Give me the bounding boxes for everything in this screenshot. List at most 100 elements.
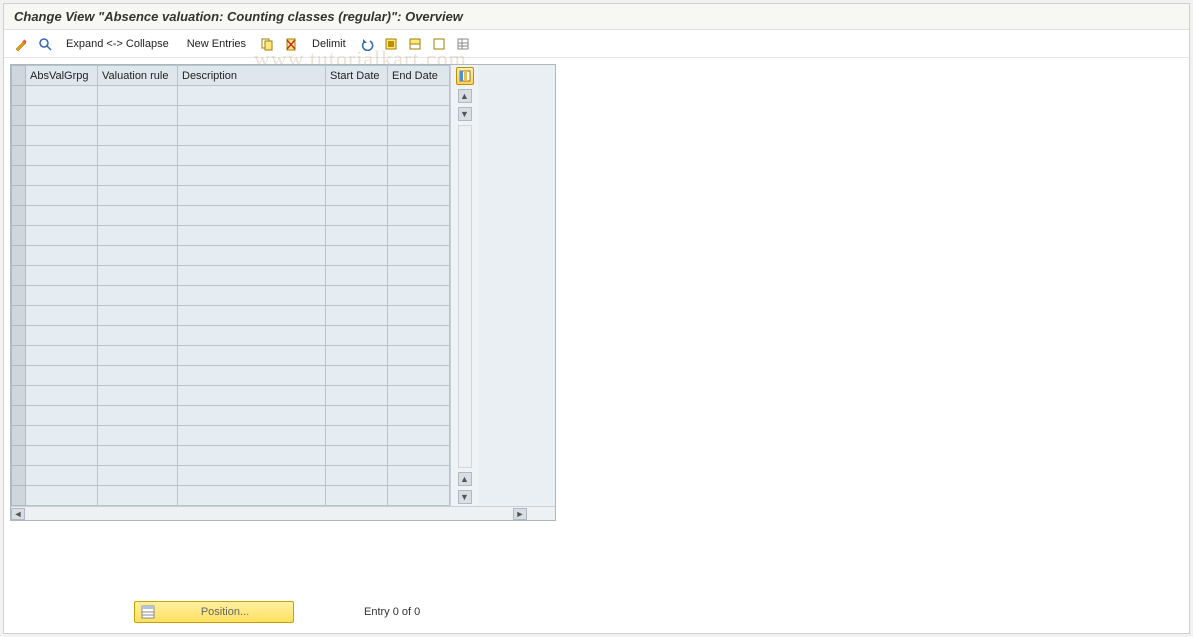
row-selector[interactable] [12, 486, 26, 506]
cell[interactable] [178, 166, 326, 186]
cell[interactable] [326, 86, 388, 106]
cell[interactable] [326, 186, 388, 206]
cell[interactable] [388, 86, 450, 106]
cell[interactable] [388, 446, 450, 466]
table-settings-icon[interactable] [452, 34, 474, 54]
cell[interactable] [388, 326, 450, 346]
cell[interactable] [326, 126, 388, 146]
cell[interactable] [326, 226, 388, 246]
row-selector[interactable] [12, 466, 26, 486]
cell[interactable] [26, 266, 98, 286]
cell[interactable] [178, 126, 326, 146]
cell[interactable] [98, 266, 178, 286]
cell[interactable] [98, 186, 178, 206]
cell[interactable] [388, 266, 450, 286]
cell[interactable] [26, 406, 98, 426]
cell[interactable] [26, 246, 98, 266]
cell[interactable] [26, 166, 98, 186]
select-all-rows[interactable] [12, 66, 26, 86]
row-selector[interactable] [12, 286, 26, 306]
cell[interactable] [98, 346, 178, 366]
cell[interactable] [326, 386, 388, 406]
col-header-end-date[interactable]: End Date [388, 66, 450, 86]
col-header-start-date[interactable]: Start Date [326, 66, 388, 86]
scroll-left-button[interactable]: ◄ [11, 508, 25, 520]
cell[interactable] [326, 406, 388, 426]
cell[interactable] [388, 386, 450, 406]
row-selector[interactable] [12, 86, 26, 106]
row-selector[interactable] [12, 326, 26, 346]
row-selector[interactable] [12, 246, 26, 266]
undo-icon[interactable] [356, 34, 378, 54]
cell[interactable] [326, 346, 388, 366]
row-selector[interactable] [12, 126, 26, 146]
cell[interactable] [26, 446, 98, 466]
row-selector[interactable] [12, 266, 26, 286]
cell[interactable] [326, 166, 388, 186]
copy-icon[interactable] [256, 34, 278, 54]
new-entries-button[interactable]: New Entries [179, 38, 254, 50]
scroll-down-button[interactable]: ▼ [458, 107, 472, 121]
cell[interactable] [98, 286, 178, 306]
cell[interactable] [326, 306, 388, 326]
scroll-down-bottom-button[interactable]: ▼ [458, 490, 472, 504]
cell[interactable] [26, 346, 98, 366]
cell[interactable] [388, 246, 450, 266]
cell[interactable] [388, 406, 450, 426]
cell[interactable] [178, 406, 326, 426]
horizontal-scroll-track[interactable] [25, 508, 513, 520]
row-selector[interactable] [12, 426, 26, 446]
cell[interactable] [178, 426, 326, 446]
cell[interactable] [178, 386, 326, 406]
cell[interactable] [388, 486, 450, 506]
row-selector[interactable] [12, 146, 26, 166]
cell[interactable] [178, 106, 326, 126]
row-selector[interactable] [12, 206, 26, 226]
cell[interactable] [178, 486, 326, 506]
row-selector[interactable] [12, 186, 26, 206]
cell[interactable] [326, 146, 388, 166]
cell[interactable] [26, 426, 98, 446]
cell[interactable] [26, 386, 98, 406]
select-all-icon[interactable] [380, 34, 402, 54]
col-header-description[interactable]: Description [178, 66, 326, 86]
cell[interactable] [178, 366, 326, 386]
cell[interactable] [388, 466, 450, 486]
cell[interactable] [388, 426, 450, 446]
cell[interactable] [326, 246, 388, 266]
cell[interactable] [26, 226, 98, 246]
cell[interactable] [388, 366, 450, 386]
cell[interactable] [26, 106, 98, 126]
cell[interactable] [26, 306, 98, 326]
cell[interactable] [98, 386, 178, 406]
cell[interactable] [98, 206, 178, 226]
cell[interactable] [388, 206, 450, 226]
cell[interactable] [326, 486, 388, 506]
cell[interactable] [178, 286, 326, 306]
cell[interactable] [178, 186, 326, 206]
cell[interactable] [98, 366, 178, 386]
position-button[interactable]: Position... [134, 601, 294, 623]
select-block-icon[interactable] [404, 34, 426, 54]
cell[interactable] [26, 466, 98, 486]
cell[interactable] [98, 86, 178, 106]
scroll-up-button[interactable]: ▲ [458, 89, 472, 103]
cell[interactable] [178, 466, 326, 486]
col-header-absvalgrpg[interactable]: AbsValGrpg [26, 66, 98, 86]
cell[interactable] [98, 106, 178, 126]
cell[interactable] [326, 426, 388, 446]
delete-icon[interactable] [280, 34, 302, 54]
row-selector[interactable] [12, 406, 26, 426]
cell[interactable] [388, 106, 450, 126]
cell[interactable] [98, 226, 178, 246]
cell[interactable] [26, 126, 98, 146]
row-selector[interactable] [12, 166, 26, 186]
cell[interactable] [326, 266, 388, 286]
cell[interactable] [178, 266, 326, 286]
cell[interactable] [178, 246, 326, 266]
cell[interactable] [178, 146, 326, 166]
cell[interactable] [26, 286, 98, 306]
cell[interactable] [26, 206, 98, 226]
cell[interactable] [26, 86, 98, 106]
cell[interactable] [178, 306, 326, 326]
